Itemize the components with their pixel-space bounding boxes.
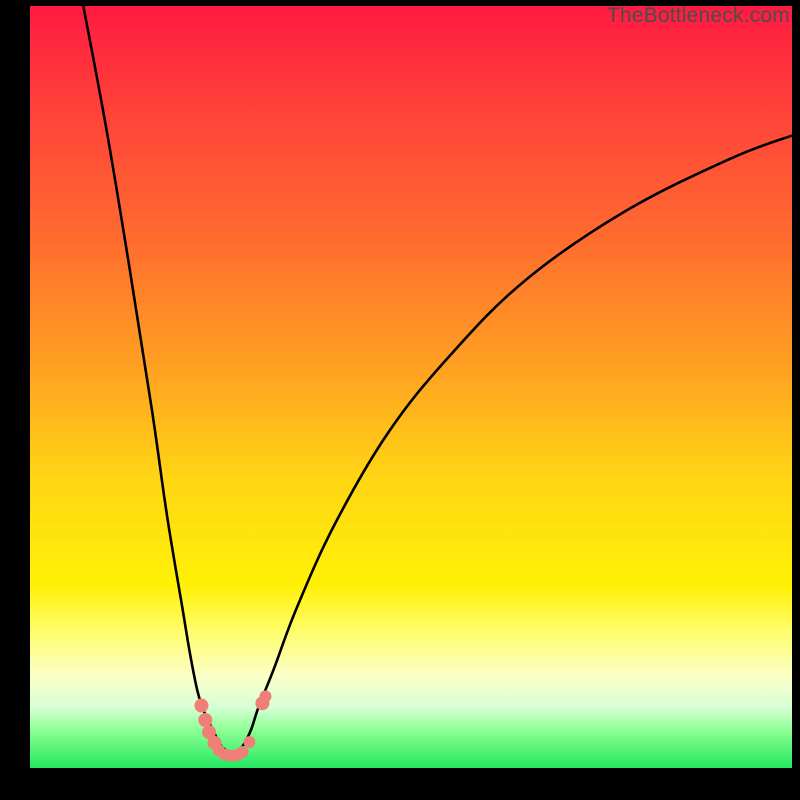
left-curve-path: [83, 6, 235, 754]
right-curve-path: [232, 136, 792, 756]
marker-dot: [194, 699, 208, 713]
marker-dot: [259, 690, 271, 702]
watermark-text: TheBottleneck.com: [607, 4, 790, 28]
marker-dot: [198, 713, 212, 727]
chart-svg: [30, 6, 792, 768]
chart-frame: TheBottleneck.com: [0, 0, 800, 800]
marker-dot: [237, 746, 249, 758]
plot-area: [30, 6, 792, 768]
marker-dot: [243, 736, 255, 748]
marker-group: [194, 690, 271, 761]
